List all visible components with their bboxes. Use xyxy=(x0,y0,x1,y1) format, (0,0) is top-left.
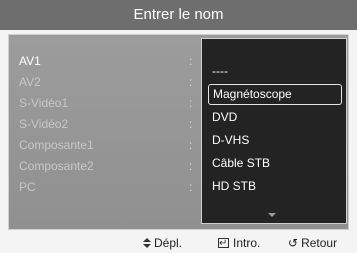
up-down-arrows-icon xyxy=(143,238,151,248)
menu-title: Entrer le nom xyxy=(0,0,357,30)
enter-icon xyxy=(218,234,229,254)
separator-colon: : xyxy=(189,159,193,173)
source-label: Composante1 xyxy=(19,138,94,152)
separator-colon: : xyxy=(189,75,193,89)
dropdown-option[interactable]: DVD xyxy=(208,107,342,128)
hint-enter: Intro. xyxy=(218,233,261,254)
separator-colon: : xyxy=(189,54,193,68)
separator-colon: : xyxy=(189,117,193,131)
help-bar: Dépl. Intro. ↺Retour xyxy=(0,233,357,254)
enter-label: Intro. xyxy=(233,236,261,250)
source-item-av2[interactable]: AV2 : xyxy=(19,72,199,93)
move-label: Dépl. xyxy=(154,236,183,250)
source-item-svideo2[interactable]: S-Vidéo2 : xyxy=(19,114,199,135)
source-item-composante2[interactable]: Composante2 : xyxy=(19,156,199,177)
separator-colon: : xyxy=(189,180,193,194)
source-item-svideo1[interactable]: S-Vidéo1 : xyxy=(19,93,199,114)
tv-menu-screen: Entrer le nom AV1 : AV2 : S-Vidéo1 : S-V… xyxy=(0,0,357,254)
separator-colon: : xyxy=(189,96,193,110)
hint-return: ↺ Retour xyxy=(288,233,337,253)
source-label: AV1 xyxy=(19,54,41,68)
source-name-panel: AV1 : AV2 : S-Vidéo1 : S-Vidéo2 : Compos… xyxy=(8,34,349,230)
hint-move: Dépl. xyxy=(143,233,182,253)
return-label: Retour xyxy=(301,236,338,250)
dropdown-option[interactable]: Câble STB xyxy=(208,153,342,174)
dropdown-option-selected[interactable]: Magnétoscope xyxy=(208,84,342,105)
source-item-pc[interactable]: PC : xyxy=(19,177,199,198)
source-label: S-Vidéo2 xyxy=(19,117,69,131)
source-item-composante1[interactable]: Composante1 : xyxy=(19,135,199,156)
source-label: Composante2 xyxy=(19,159,94,173)
dropdown-option[interactable]: ---- xyxy=(208,61,342,82)
separator-colon: : xyxy=(189,138,193,152)
source-label: S-Vidéo1 xyxy=(19,96,69,110)
dropdown-option[interactable]: HD STB xyxy=(208,176,342,197)
name-dropdown[interactable]: ---- Magnétoscope DVD D-VHS Câble STB HD… xyxy=(201,38,347,224)
source-label: AV2 xyxy=(19,75,41,89)
scroll-down-arrow-icon[interactable] xyxy=(268,213,276,217)
dropdown-option[interactable]: D-VHS xyxy=(208,130,342,151)
source-label: PC xyxy=(19,180,36,194)
source-item-av1[interactable]: AV1 : xyxy=(19,51,199,72)
return-icon: ↺ xyxy=(288,236,299,250)
source-list: AV1 : AV2 : S-Vidéo1 : S-Vidéo2 : Compos… xyxy=(19,51,199,198)
